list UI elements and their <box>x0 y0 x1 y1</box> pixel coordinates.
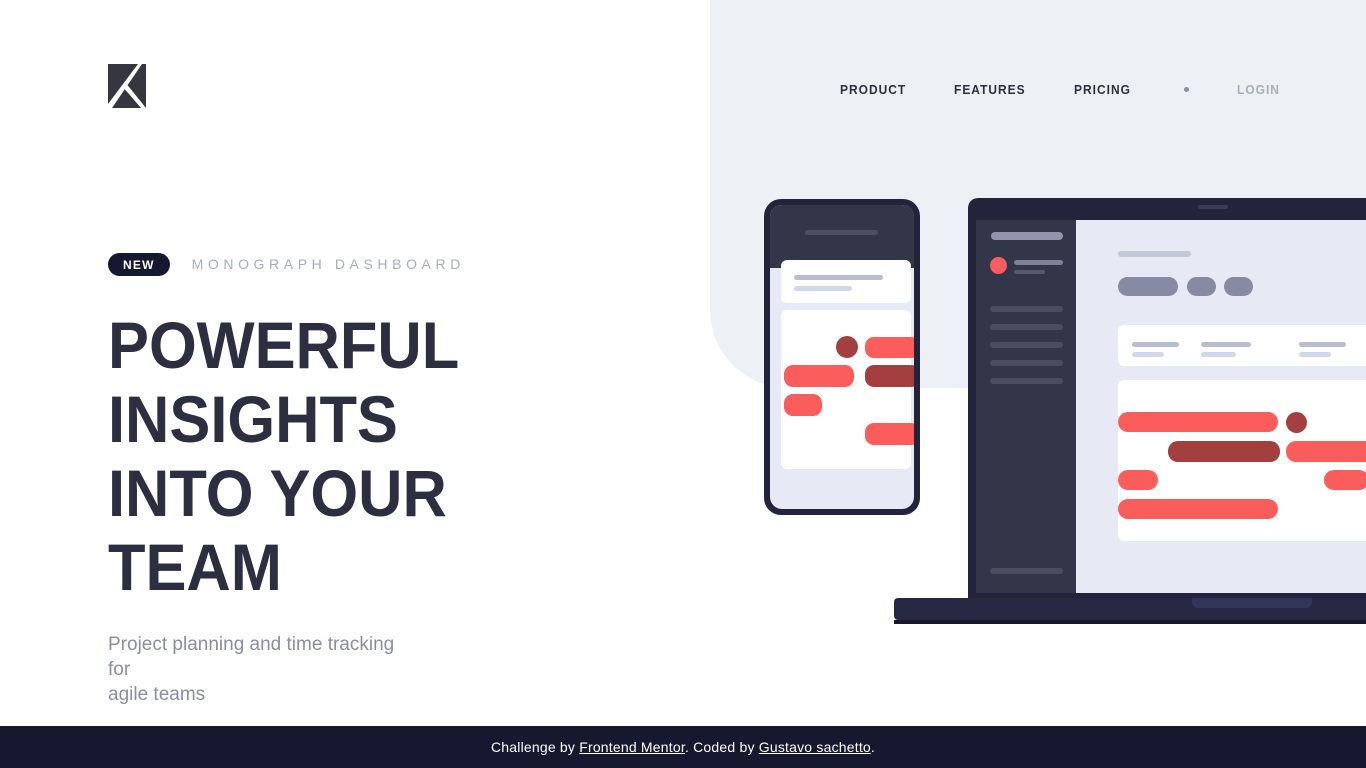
column-value-2 <box>1201 352 1236 357</box>
monograph-logo-icon[interactable] <box>108 64 146 108</box>
subtitle-line-1: Project planning and time tracking for <box>108 634 395 680</box>
attribution-footer: Challenge by Frontend Mentor. Coded by G… <box>0 726 1366 768</box>
attribution-suffix: . <box>870 739 875 755</box>
column-header-3 <box>1299 342 1346 347</box>
attribution-prefix: Challenge by <box>490 739 580 755</box>
sidebar-item-footer[interactable] <box>990 568 1063 574</box>
phone-status-bar <box>770 205 914 268</box>
sidebar-item-4[interactable] <box>990 360 1063 366</box>
gantt-bar-4 <box>1118 470 1158 490</box>
laptop-mockup <box>968 198 1366 601</box>
sidebar-avatar <box>990 257 1007 274</box>
phone-chart-bar-4 <box>784 394 822 416</box>
landing-page: PRODUCT FEATURES PRICING LOGIN NEW MONOG… <box>0 0 1366 768</box>
hero-eyebrow-label: MONOGRAPH DASHBOARD <box>191 256 465 272</box>
gantt-bar-1 <box>1118 412 1278 432</box>
sidebar-item-2[interactable] <box>990 324 1063 330</box>
hero-eyebrow-row: NEW MONOGRAPH DASHBOARD <box>108 250 668 278</box>
sidebar-brand-placeholder <box>991 232 1063 240</box>
phone-chart-bar-3 <box>865 365 914 387</box>
attribution-middle: . Coded by <box>684 739 759 755</box>
nav-item-login[interactable]: LOGIN <box>1237 82 1280 97</box>
phone-chart-bar-1 <box>865 337 914 358</box>
column-value-1 <box>1132 352 1164 357</box>
nav-item-pricing[interactable]: PRICING <box>1074 78 1131 101</box>
nav-item-product[interactable]: PRODUCT <box>840 78 906 101</box>
column-header-2 <box>1201 342 1251 347</box>
phone-mockup <box>764 199 920 515</box>
dashboard-sidebar <box>976 220 1076 593</box>
phone-chart-card <box>781 310 911 469</box>
main-navigation: PRODUCT FEATURES PRICING LOGIN <box>840 78 1283 101</box>
gantt-bar-3 <box>1286 441 1366 462</box>
column-value-3 <box>1299 352 1331 357</box>
gantt-dot-1 <box>1286 412 1307 433</box>
laptop-camera-icon <box>1198 205 1228 209</box>
phone-header-line-secondary <box>794 286 852 291</box>
nav-item-features[interactable]: FEATURES <box>954 78 1026 101</box>
dashboard-filter-pill-3[interactable] <box>1224 277 1253 296</box>
phone-header-line-primary <box>794 275 883 280</box>
phone-speaker-icon <box>805 230 878 235</box>
hero-subtitle: Project planning and time tracking for a… <box>108 632 408 707</box>
sidebar-user-role-placeholder <box>1014 270 1045 274</box>
phone-header-card <box>781 260 911 303</box>
attribution-text: Challenge by Frontend Mentor. Coded by G… <box>491 739 875 755</box>
hero-section: NEW MONOGRAPH DASHBOARD POWERFUL INSIGHT… <box>108 250 668 768</box>
column-header-1 <box>1132 342 1179 347</box>
laptop-screen <box>976 220 1366 593</box>
dashboard-filter-pill-2[interactable] <box>1187 277 1216 296</box>
page-title: POWERFUL INSIGHTS INTO YOUR TEAM <box>108 308 629 604</box>
sidebar-item-5[interactable] <box>990 378 1063 384</box>
subtitle-line-2: agile teams <box>108 684 206 705</box>
gantt-bar-5 <box>1324 470 1366 490</box>
headline-line-1: POWERFUL INSIGHTS <box>108 308 459 456</box>
gantt-bar-2 <box>1168 441 1280 462</box>
laptop-base-shadow <box>894 620 1366 624</box>
dashboard-filter-pill-1[interactable] <box>1118 277 1178 296</box>
phone-chart-bar-2 <box>784 365 854 387</box>
dashboard-title-placeholder <box>1118 251 1191 257</box>
author-link[interactable]: Gustavo sachetto <box>759 739 871 755</box>
sidebar-user-name-placeholder <box>1014 260 1063 265</box>
phone-chart-dot-1 <box>836 336 858 358</box>
sidebar-item-3[interactable] <box>990 342 1063 348</box>
phone-chart-bar-5 <box>865 423 914 445</box>
laptop-trackpad <box>1192 598 1312 608</box>
status-badge-new: NEW <box>108 252 170 276</box>
headline-line-2: INTO YOUR TEAM <box>108 456 447 604</box>
phone-screen <box>770 205 914 509</box>
dot-separator-icon <box>1183 87 1189 92</box>
sidebar-item-1[interactable] <box>990 306 1063 312</box>
frontend-mentor-link[interactable]: Frontend Mentor <box>579 739 685 755</box>
gantt-bar-6 <box>1118 499 1278 519</box>
